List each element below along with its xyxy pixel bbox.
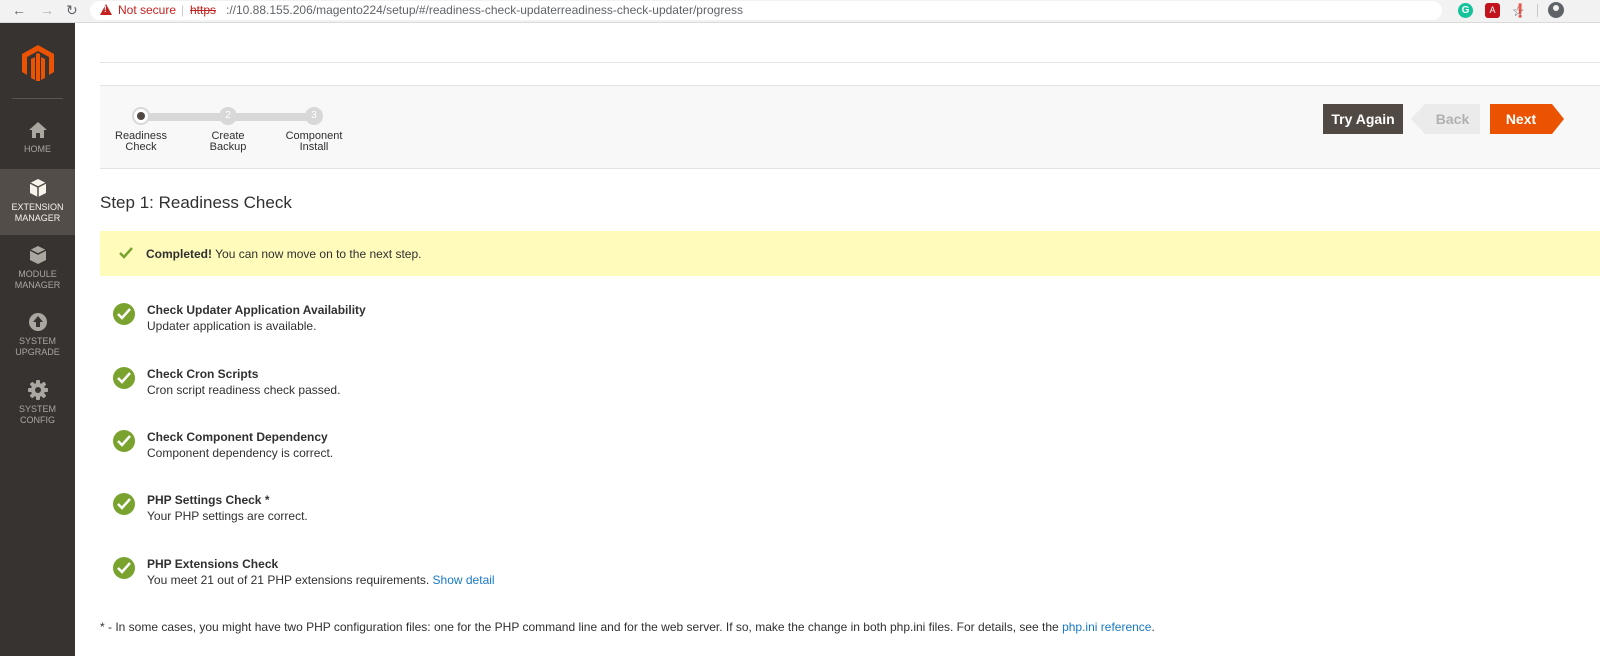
sidebar-label: SYSTEM bbox=[18, 336, 56, 346]
check-title: PHP Extensions Check bbox=[147, 557, 279, 571]
sidebar-item-system-upgrade[interactable]: SYSTEM UPGRADE bbox=[0, 303, 75, 369]
success-check-icon bbox=[113, 493, 135, 515]
check-php-extensions: PHP Extensions Check You meet 21 out of … bbox=[113, 557, 1513, 597]
module-icon bbox=[29, 246, 46, 264]
pdf-extension-icon[interactable]: A bbox=[1485, 3, 1500, 18]
header-divider bbox=[100, 62, 1600, 63]
upgrade-icon bbox=[28, 313, 47, 331]
check-component-dependency: Check Component Dependency Component dep… bbox=[113, 430, 1513, 470]
grammarly-extension-icon[interactable]: G bbox=[1458, 3, 1473, 18]
sidebar-item-home[interactable]: HOME bbox=[0, 111, 75, 177]
step-indicator-component-install: 3 bbox=[305, 107, 323, 125]
check-php-settings: PHP Settings Check * Your PHP settings a… bbox=[113, 493, 1513, 533]
success-check-icon bbox=[113, 557, 135, 579]
success-notice: Completed! You can now move on to the ne… bbox=[100, 231, 1600, 276]
check-description: Component dependency is correct. bbox=[147, 446, 334, 460]
php-footnote: * - In some cases, you might have two PH… bbox=[100, 620, 1155, 634]
sidebar-label: MODULE bbox=[18, 269, 57, 279]
reload-icon[interactable]: ↻ bbox=[66, 2, 78, 18]
wifi-extension-icon[interactable]: ❗ bbox=[1512, 3, 1528, 18]
warning-icon bbox=[100, 4, 112, 15]
step-label-readiness-check: Readiness Check bbox=[106, 131, 176, 153]
sidebar-divider bbox=[12, 98, 63, 99]
sidebar-label: MANAGER bbox=[14, 280, 61, 290]
sidebar-item-module-manager[interactable]: MODULE MANAGER bbox=[0, 236, 75, 302]
sidebar-label: CONFIG bbox=[20, 415, 55, 425]
sidebar-label: SYSTEM bbox=[18, 404, 56, 414]
checkmark-icon bbox=[119, 247, 133, 259]
success-check-icon bbox=[113, 303, 135, 325]
check-cron-scripts: Check Cron Scripts Cron script readiness… bbox=[113, 367, 1513, 407]
check-description-text: You meet 21 out of 21 PHP extensions req… bbox=[147, 573, 430, 587]
url-scheme: https bbox=[190, 3, 217, 17]
url-separator: | bbox=[181, 3, 185, 17]
home-icon bbox=[28, 122, 47, 138]
extension-icon bbox=[29, 179, 46, 197]
next-button[interactable]: Next bbox=[1490, 104, 1564, 134]
magento-logo-icon[interactable] bbox=[22, 45, 54, 81]
security-label[interactable]: Not secure bbox=[118, 1, 176, 20]
address-bar[interactable]: Not secure | https ://10.88.155.206/mage… bbox=[90, 1, 1525, 20]
notice-text: You can now move on to the next step. bbox=[212, 247, 422, 261]
php-ini-reference-link[interactable]: php.ini reference bbox=[1062, 620, 1151, 634]
check-title: Check Updater Application Availability bbox=[147, 303, 366, 317]
check-description: Updater application is available. bbox=[147, 319, 317, 333]
step-indicator-create-backup: 2 bbox=[219, 107, 237, 125]
sidebar-label: UPGRADE bbox=[15, 347, 60, 357]
check-title: PHP Settings Check * bbox=[147, 493, 270, 507]
gear-icon bbox=[27, 380, 48, 400]
check-title: Check Component Dependency bbox=[147, 430, 328, 444]
profile-avatar-icon[interactable] bbox=[1548, 2, 1564, 18]
check-description: Your PHP settings are correct. bbox=[147, 509, 308, 523]
sidebar-item-system-config[interactable]: SYSTEM CONFIG bbox=[0, 371, 75, 437]
success-check-icon bbox=[113, 430, 135, 452]
step-label-component-install: Component Install bbox=[279, 131, 349, 153]
check-updater-availability: Check Updater Application Availability U… bbox=[113, 303, 1513, 343]
browser-toolbar: ← → ↻ Not secure | https ://10.88.155.20… bbox=[0, 0, 1600, 23]
step-label-line: Install bbox=[299, 141, 329, 153]
check-description: Cron script readiness check passed. bbox=[147, 383, 341, 397]
success-check-icon bbox=[113, 367, 135, 389]
step-label-line: Backup bbox=[209, 141, 247, 153]
sidebar-label: HOME bbox=[24, 144, 51, 154]
back-arrow-icon[interactable]: ← bbox=[12, 2, 26, 18]
try-again-button[interactable]: Try Again bbox=[1323, 104, 1403, 134]
check-description: You meet 21 out of 21 PHP extensions req… bbox=[147, 573, 495, 587]
notice-strong: Completed! bbox=[146, 247, 212, 261]
forward-arrow-icon[interactable]: → bbox=[40, 2, 54, 18]
step-label-create-backup: Create Backup bbox=[193, 131, 263, 153]
footnote-end: . bbox=[1151, 620, 1155, 634]
page-title: Step 1: Readiness Check bbox=[100, 193, 292, 212]
step-label-line: Check bbox=[125, 141, 157, 153]
admin-sidebar: HOME EXTENSION MANAGER MODULE MANAGER SY… bbox=[0, 23, 75, 656]
sidebar-item-extension-manager[interactable]: EXTENSION MANAGER bbox=[0, 169, 75, 235]
back-button[interactable]: Back bbox=[1411, 104, 1480, 134]
show-detail-link[interactable]: Show detail bbox=[433, 573, 495, 587]
wizard-nav-bar: Readiness Check 2 Create Backup 3 Compon… bbox=[100, 85, 1600, 169]
sidebar-label: EXTENSION bbox=[11, 202, 64, 212]
footnote-text: * - In some cases, you might have two PH… bbox=[100, 620, 1063, 634]
url-text: ://10.88.155.206/magento224/setup/#/read… bbox=[226, 3, 743, 17]
step-indicator-readiness-check bbox=[132, 107, 150, 125]
sidebar-label: MANAGER bbox=[14, 213, 61, 223]
notice-message: Completed! You can now move on to the ne… bbox=[146, 247, 421, 261]
toolbar-divider bbox=[1537, 4, 1538, 17]
check-title: Check Cron Scripts bbox=[147, 367, 259, 381]
